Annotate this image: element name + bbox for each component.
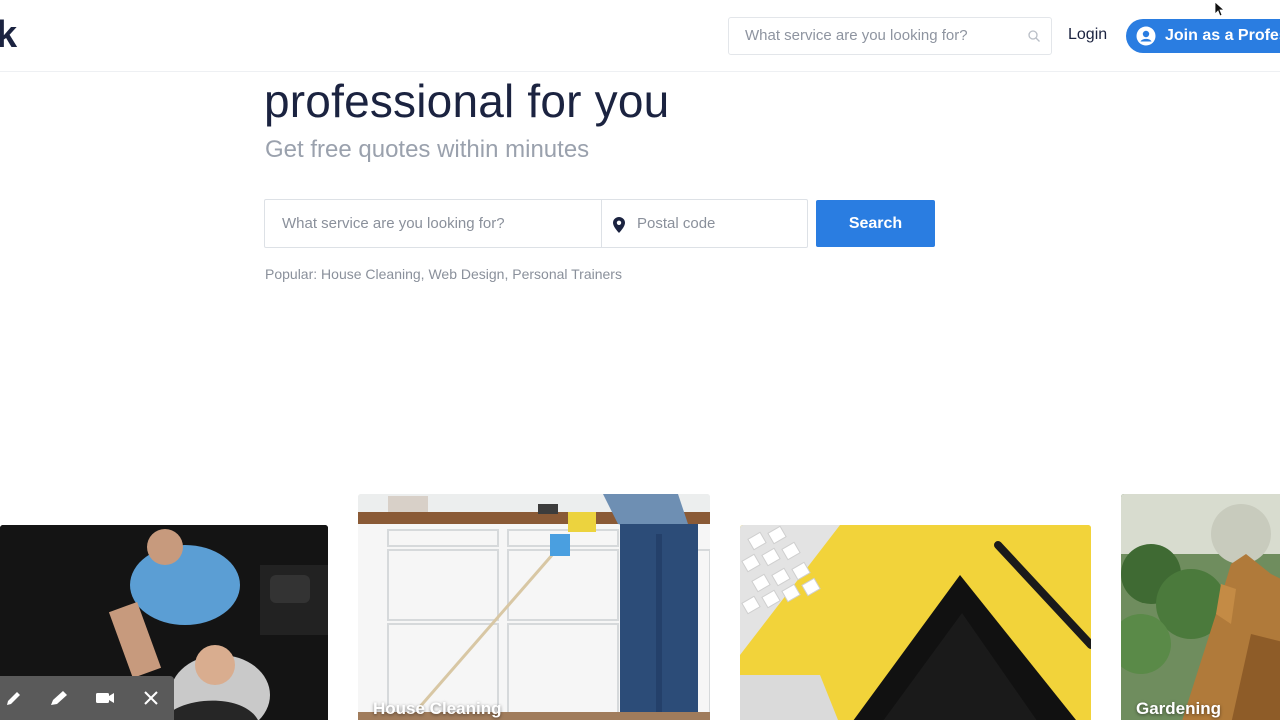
close-icon[interactable] bbox=[141, 688, 161, 708]
popular-services: Popular: House Cleaning, Web Design, Per… bbox=[265, 266, 622, 282]
pencil-icon[interactable] bbox=[4, 688, 24, 708]
header-search-input[interactable] bbox=[745, 27, 1015, 44]
gardening-image bbox=[1121, 494, 1280, 720]
join-label: Join as a Professional bbox=[1165, 27, 1280, 44]
annotation-toolbar bbox=[0, 676, 174, 720]
category-card-web-design[interactable] bbox=[740, 525, 1091, 720]
hero-subtitle: Get free quotes within minutes bbox=[265, 136, 590, 163]
search-icon[interactable] bbox=[1027, 29, 1041, 43]
site-header: k Login Join as a Professional bbox=[0, 0, 1280, 72]
popular-link-personal-trainers[interactable]: Personal Trainers bbox=[512, 266, 622, 282]
search-button[interactable]: Search bbox=[816, 200, 935, 247]
highlighter-icon[interactable] bbox=[49, 688, 69, 708]
card-label: House Cleaning bbox=[373, 699, 502, 718]
category-card-gardening[interactable]: Gardening bbox=[1121, 494, 1280, 720]
join-as-professional-button[interactable]: Join as a Professional bbox=[1126, 19, 1280, 53]
popular-prefix: Popular: bbox=[265, 266, 318, 282]
card-label: Gardening bbox=[1136, 699, 1222, 718]
postal-code-input[interactable] bbox=[635, 201, 805, 246]
user-icon bbox=[1136, 26, 1156, 46]
hero-title: professional for you bbox=[264, 75, 670, 127]
category-card-house-cleaning[interactable]: House Cleaning bbox=[358, 494, 710, 720]
login-link[interactable]: Login bbox=[1068, 26, 1107, 44]
popular-link-web-design[interactable]: Web Design bbox=[428, 266, 504, 282]
location-pin-icon bbox=[613, 217, 625, 233]
popular-link-house-cleaning[interactable]: House Cleaning bbox=[321, 266, 421, 282]
web-design-image bbox=[740, 525, 1091, 720]
mouse-cursor-icon bbox=[1214, 1, 1224, 17]
service-search-input[interactable] bbox=[266, 201, 600, 246]
camera-icon[interactable] bbox=[95, 688, 115, 708]
house-cleaning-image bbox=[358, 494, 710, 720]
logo[interactable]: k bbox=[0, 14, 17, 57]
header-search[interactable] bbox=[728, 17, 1052, 55]
search-divider bbox=[601, 200, 602, 247]
service-search-form bbox=[264, 199, 808, 248]
